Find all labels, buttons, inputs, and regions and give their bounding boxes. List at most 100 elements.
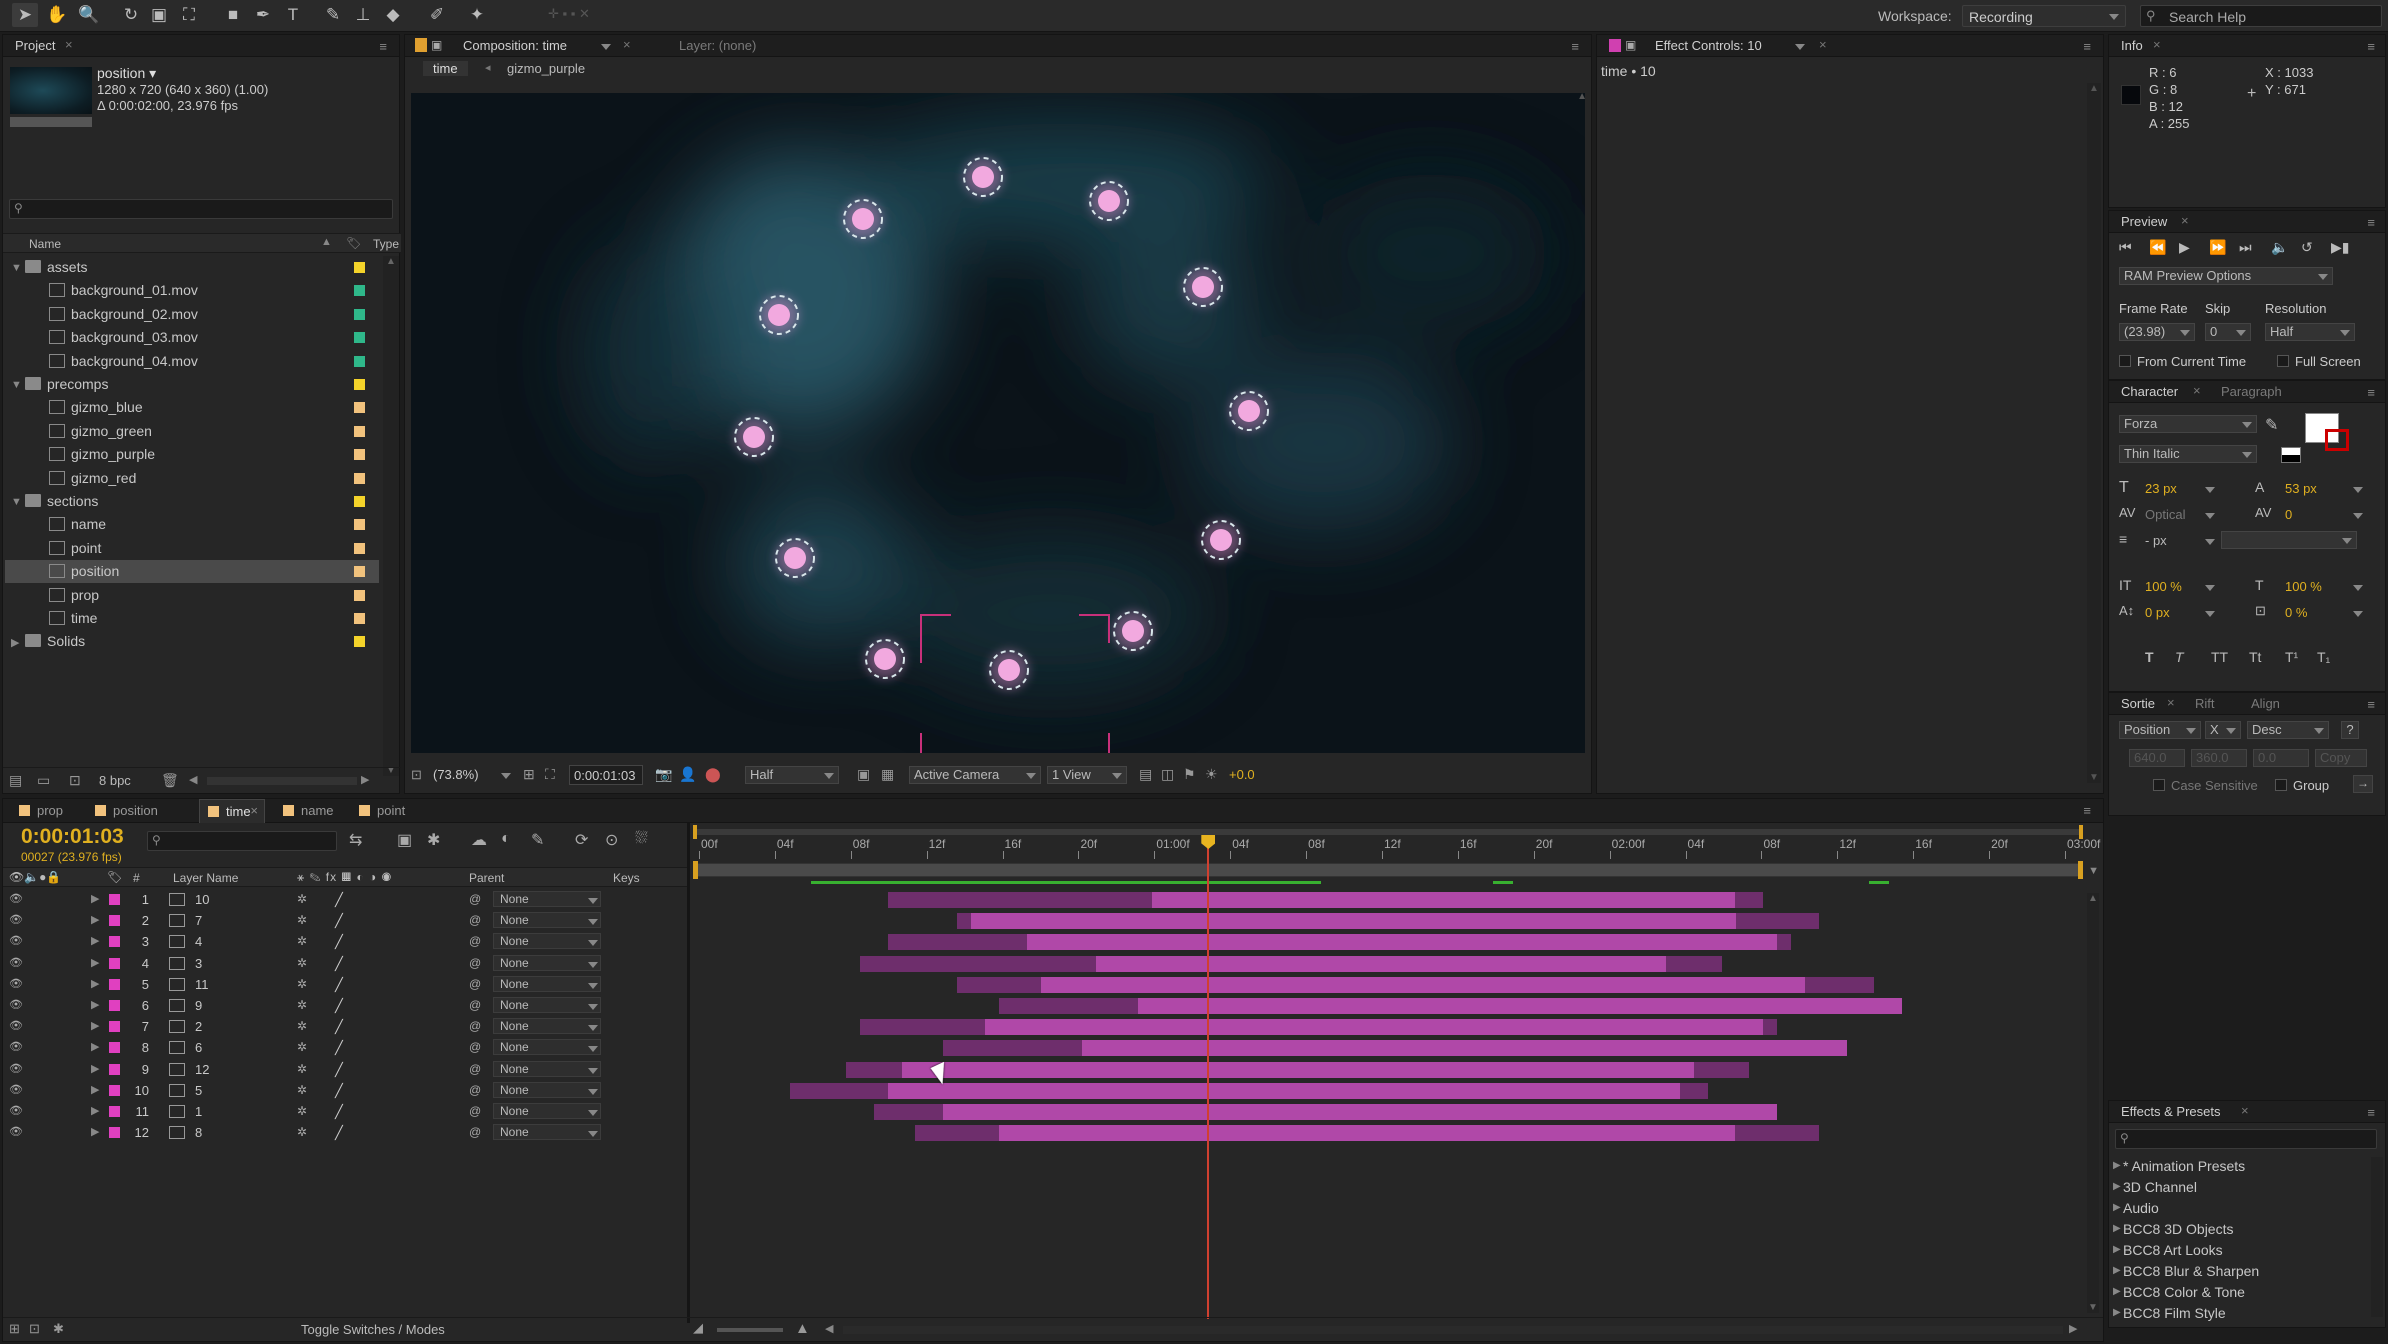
label-color-swatch[interactable] bbox=[354, 379, 365, 390]
work-area-start-handle[interactable] bbox=[693, 861, 698, 879]
chevron-down-icon[interactable] bbox=[2353, 611, 2363, 617]
close-icon[interactable]: × bbox=[2167, 695, 2175, 710]
chevron-down-icon[interactable] bbox=[601, 44, 611, 50]
eye-icon[interactable]: 👁 bbox=[9, 1040, 23, 1053]
track-area[interactable] bbox=[693, 889, 2083, 1309]
layer-name[interactable]: 8 bbox=[195, 1125, 202, 1140]
column-type[interactable]: Type bbox=[373, 237, 399, 251]
quality-icon[interactable]: ╱ bbox=[335, 977, 343, 993]
expand-closed-icon[interactable]: ▶ bbox=[91, 998, 99, 1011]
layer-name[interactable]: 2 bbox=[195, 1019, 202, 1034]
expand-closed-icon[interactable]: ▶ bbox=[91, 1083, 99, 1096]
vertical-scale-value[interactable]: 100 % bbox=[2145, 579, 2182, 594]
zoom-value[interactable]: (73.8%) bbox=[433, 767, 479, 782]
stroke-style-dropdown[interactable] bbox=[2221, 531, 2357, 549]
layer-name[interactable]: 1 bbox=[195, 1104, 202, 1119]
expand-closed-icon[interactable]: ▶ bbox=[2113, 1286, 2121, 1297]
expand-collapse-icon[interactable]: ⊡ bbox=[29, 1321, 40, 1337]
pickwhip-icon[interactable]: @ bbox=[469, 1062, 481, 1076]
zoom-in-icon[interactable]: ▲ bbox=[795, 1320, 810, 1337]
scroll-left-icon[interactable]: ◀ bbox=[189, 773, 197, 786]
close-icon[interactable]: × bbox=[2193, 383, 2201, 398]
preview-resolution-dropdown[interactable]: Half bbox=[2265, 323, 2355, 341]
timeline-tab-time[interactable]: time × bbox=[199, 799, 265, 823]
current-time-indicator[interactable] bbox=[1201, 835, 1216, 1319]
layer-duration-bar[interactable] bbox=[1082, 1040, 1847, 1057]
pickwhip-icon[interactable]: @ bbox=[469, 956, 481, 970]
panel-menu-icon[interactable]: ≡ bbox=[2367, 39, 2375, 54]
parent-dropdown[interactable]: None bbox=[493, 1018, 601, 1035]
character-tab[interactable]: Character bbox=[2121, 384, 2178, 399]
layer-label-color[interactable] bbox=[109, 1127, 120, 1139]
audio-icon[interactable]: 🔈 bbox=[2271, 239, 2288, 256]
motion-blur-icon[interactable]: ◐ bbox=[501, 830, 511, 848]
layer-row[interactable]: 👁 ▶ 9 12 ✲ ╱ @ None bbox=[3, 1059, 686, 1080]
sort-field-3[interactable]: 0.0 bbox=[2253, 749, 2309, 767]
channel-icon[interactable]: ⬤ bbox=[705, 766, 721, 783]
sort-order-dropdown[interactable]: Desc bbox=[2247, 721, 2329, 739]
label-color-swatch[interactable] bbox=[354, 566, 365, 578]
quality-icon[interactable]: ╱ bbox=[335, 998, 343, 1014]
effects-category[interactable]: ▶ * Animation Presets bbox=[2109, 1157, 2369, 1177]
parent-dropdown[interactable]: None bbox=[493, 912, 601, 929]
faux-italic-button[interactable]: T bbox=[2175, 649, 2184, 665]
skip-dropdown[interactable]: 0 bbox=[2205, 323, 2251, 341]
paragraph-tab[interactable]: Paragraph bbox=[2221, 384, 2282, 399]
expand-closed-icon[interactable]: ▶ bbox=[91, 956, 99, 969]
layer-name[interactable]: 7 bbox=[195, 913, 202, 928]
eye-icon[interactable]: 👁 bbox=[9, 1062, 23, 1075]
eraser-tool-icon[interactable]: ◆ bbox=[380, 3, 406, 27]
label-color-swatch[interactable] bbox=[354, 285, 365, 297]
chevron-down-icon[interactable] bbox=[1795, 44, 1805, 50]
layer-name[interactable]: 9 bbox=[195, 998, 202, 1013]
project-row[interactable]: ▼ precomps bbox=[5, 373, 379, 396]
parent-dropdown[interactable]: None bbox=[493, 1103, 601, 1119]
flowchart-icon[interactable]: ☀ bbox=[1205, 766, 1218, 783]
baseline-shift-value[interactable]: 0 px bbox=[2145, 605, 2170, 620]
collapse-transform-icon[interactable]: ✲ bbox=[297, 1019, 307, 1033]
parent-header[interactable]: Parent bbox=[469, 871, 504, 885]
effects-category[interactable]: ▶ BCC8 Art Looks bbox=[2109, 1241, 2369, 1261]
timeline-search-input[interactable]: ⚲ bbox=[147, 831, 337, 851]
layer-row[interactable]: 👁 ▶ 5 11 ✲ ╱ @ None bbox=[3, 974, 686, 995]
project-row[interactable]: background_03.mov bbox=[5, 326, 379, 349]
timecode-box[interactable]: 0:00:01:03 bbox=[569, 765, 643, 785]
parent-dropdown[interactable]: None bbox=[493, 891, 601, 907]
project-row[interactable]: time bbox=[5, 607, 379, 630]
layer-row[interactable]: 👁 ▶ 4 3 ✲ ╱ @ None bbox=[3, 953, 686, 974]
all-caps-button[interactable]: TT bbox=[2211, 649, 2228, 665]
expand-closed-icon[interactable]: ▶ bbox=[2113, 1202, 2121, 1213]
project-row[interactable]: background_04.mov bbox=[5, 350, 379, 373]
pickwhip-icon[interactable]: @ bbox=[469, 1125, 481, 1139]
layer-label-color[interactable] bbox=[109, 915, 120, 927]
horizontal-scrollbar[interactable] bbox=[207, 777, 357, 785]
ram-preview-dropdown[interactable]: RAM Preview Options bbox=[2119, 267, 2333, 285]
type-tool-icon[interactable]: T bbox=[280, 3, 306, 27]
layer-label-color[interactable] bbox=[109, 1000, 120, 1011]
layer-label-color[interactable] bbox=[109, 1021, 120, 1033]
font-style-dropdown[interactable]: Thin Italic bbox=[2119, 445, 2257, 463]
eye-icon[interactable]: 👁 bbox=[9, 892, 23, 905]
chevron-down-icon[interactable] bbox=[2353, 513, 2363, 519]
eye-icon[interactable]: 👁 bbox=[9, 956, 23, 969]
label-column-icon[interactable]: 🏷 bbox=[346, 236, 361, 250]
expand-closed-icon[interactable]: ▶ bbox=[91, 1019, 99, 1032]
scroll-down-icon[interactable]: ▼ bbox=[2088, 1302, 2098, 1313]
camera-dropdown[interactable]: Active Camera bbox=[909, 766, 1041, 784]
zoom-out-icon[interactable]: ◢ bbox=[693, 1320, 703, 1336]
column-name[interactable]: Name bbox=[29, 237, 61, 251]
layer-name[interactable]: 12 bbox=[195, 1062, 209, 1077]
parent-dropdown[interactable]: None bbox=[493, 1124, 601, 1141]
rotate-tool-icon[interactable]: ↻ bbox=[118, 3, 144, 27]
expand-open-icon[interactable]: ▼ bbox=[11, 496, 22, 508]
layer-name[interactable]: 5 bbox=[195, 1083, 202, 1098]
stroke-width-value[interactable]: - px bbox=[2145, 533, 2167, 548]
pen-tool-icon[interactable]: ✒ bbox=[250, 3, 276, 27]
chevron-down-icon[interactable] bbox=[2205, 611, 2215, 617]
panel-menu-icon[interactable]: ≡ bbox=[2367, 1105, 2375, 1120]
quality-icon[interactable]: ╱ bbox=[335, 892, 343, 908]
chevron-down-icon[interactable] bbox=[2205, 585, 2215, 591]
project-row[interactable]: ▼ assets bbox=[5, 256, 379, 279]
expand-closed-icon[interactable]: ▶ bbox=[91, 977, 99, 990]
show-snapshot-icon[interactable]: 👤 bbox=[679, 766, 696, 783]
